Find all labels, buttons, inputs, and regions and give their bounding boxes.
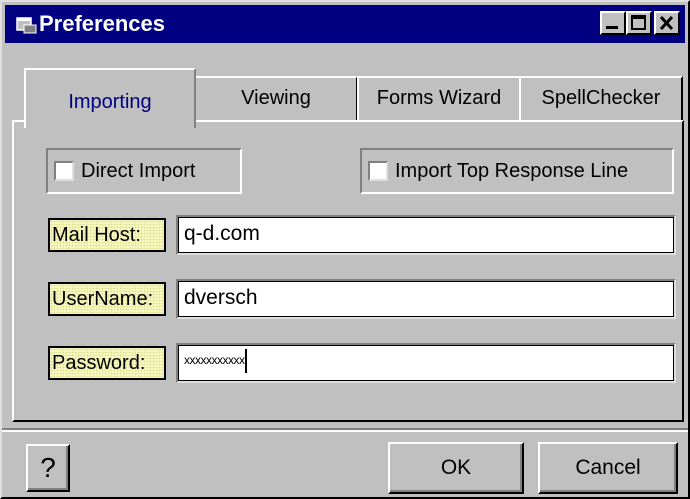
tab-importing[interactable]: Importing [24, 68, 196, 128]
tab-importing-label: Importing [68, 91, 152, 113]
cancel-button[interactable]: Cancel [538, 442, 678, 494]
tab-spellchecker-label: SpellChecker [541, 87, 661, 109]
window-title: Preferences [39, 11, 165, 36]
password-masked-value: xxxxxxxxxxx [184, 353, 245, 367]
close-button[interactable] [654, 11, 680, 35]
close-icon [659, 15, 674, 31]
password-input[interactable]: xxxxxxxxxxx [176, 343, 676, 383]
footer-separator [2, 428, 688, 432]
import-top-response-line-checkbox[interactable]: Import Top Response Line [360, 148, 674, 194]
text-caret [244, 348, 247, 373]
minimize-icon [606, 26, 618, 29]
username-input[interactable]: dversch [176, 279, 676, 319]
ok-button-label: OK [440, 456, 472, 479]
tab-forms-wizard-label: Forms Wizard [376, 87, 502, 109]
importing-panel: Direct Import Import Top Response Line M… [12, 120, 684, 422]
import-top-response-line-checkbox-box[interactable] [368, 161, 388, 181]
help-icon: ? [40, 452, 56, 483]
username-label: UserName: [48, 282, 166, 316]
preferences-dialog: Preferences Importing Viewing Forms Wiza… [0, 0, 690, 499]
mail-host-input[interactable]: q-d.com [176, 215, 676, 255]
maximize-icon [631, 15, 646, 30]
tab-viewing[interactable]: Viewing [194, 76, 358, 122]
help-button[interactable]: ? [26, 444, 70, 492]
title-bar[interactable]: Preferences [5, 5, 685, 43]
minimize-button[interactable] [600, 11, 626, 35]
password-label: Password: [48, 346, 166, 380]
direct-import-checkbox-box[interactable] [54, 161, 74, 181]
direct-import-label: Direct Import [81, 160, 196, 182]
mail-host-label: Mail Host: [48, 218, 166, 252]
tab-spellchecker[interactable]: SpellChecker [519, 76, 683, 122]
direct-import-checkbox[interactable]: Direct Import [46, 148, 242, 194]
tab-viewing-label: Viewing [241, 87, 311, 109]
import-top-response-line-label: Import Top Response Line [395, 160, 629, 182]
app-icon [16, 17, 37, 34]
maximize-button[interactable] [626, 11, 652, 35]
cancel-button-label: Cancel [575, 456, 641, 479]
tab-forms-wizard[interactable]: Forms Wizard [357, 76, 521, 122]
ok-button[interactable]: OK [388, 442, 524, 494]
